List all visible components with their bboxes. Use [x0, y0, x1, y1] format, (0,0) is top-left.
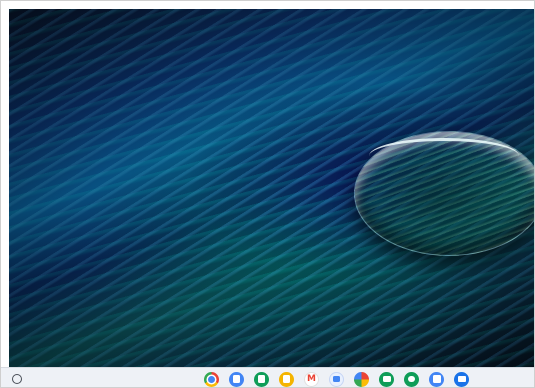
files-icon-glyph: [457, 376, 466, 382]
calendar-icon[interactable]: [429, 371, 444, 387]
shelf: M: [1, 367, 534, 387]
water-droplet: [354, 131, 534, 256]
meet-icon-glyph: [333, 376, 340, 382]
droplet-highlight: [369, 138, 519, 174]
gmail-icon-glyph: M: [307, 373, 316, 384]
photos-icon[interactable]: [354, 371, 369, 387]
calendar-icon-glyph: [432, 375, 441, 383]
slides-icon[interactable]: [279, 371, 294, 387]
docs-icon-glyph: [233, 375, 240, 383]
sheets-icon-glyph: [258, 375, 265, 383]
chat-icon-glyph: [408, 376, 415, 382]
classroom-icon[interactable]: [379, 371, 394, 387]
pinned-apps: M: [204, 371, 469, 387]
chromeos-desktop: M: [0, 0, 535, 388]
slides-icon-glyph: [283, 375, 290, 383]
chrome-icon[interactable]: [204, 371, 219, 387]
chat-icon[interactable]: [404, 371, 419, 387]
sheets-icon[interactable]: [254, 371, 269, 387]
launcher-circle-icon[interactable]: [12, 374, 22, 384]
meet-icon[interactable]: [329, 371, 344, 387]
files-icon[interactable]: [454, 371, 469, 387]
gmail-icon[interactable]: M: [304, 371, 319, 387]
classroom-icon-glyph: [382, 376, 391, 382]
desktop-wallpaper: [9, 9, 534, 367]
docs-icon[interactable]: [229, 371, 244, 387]
